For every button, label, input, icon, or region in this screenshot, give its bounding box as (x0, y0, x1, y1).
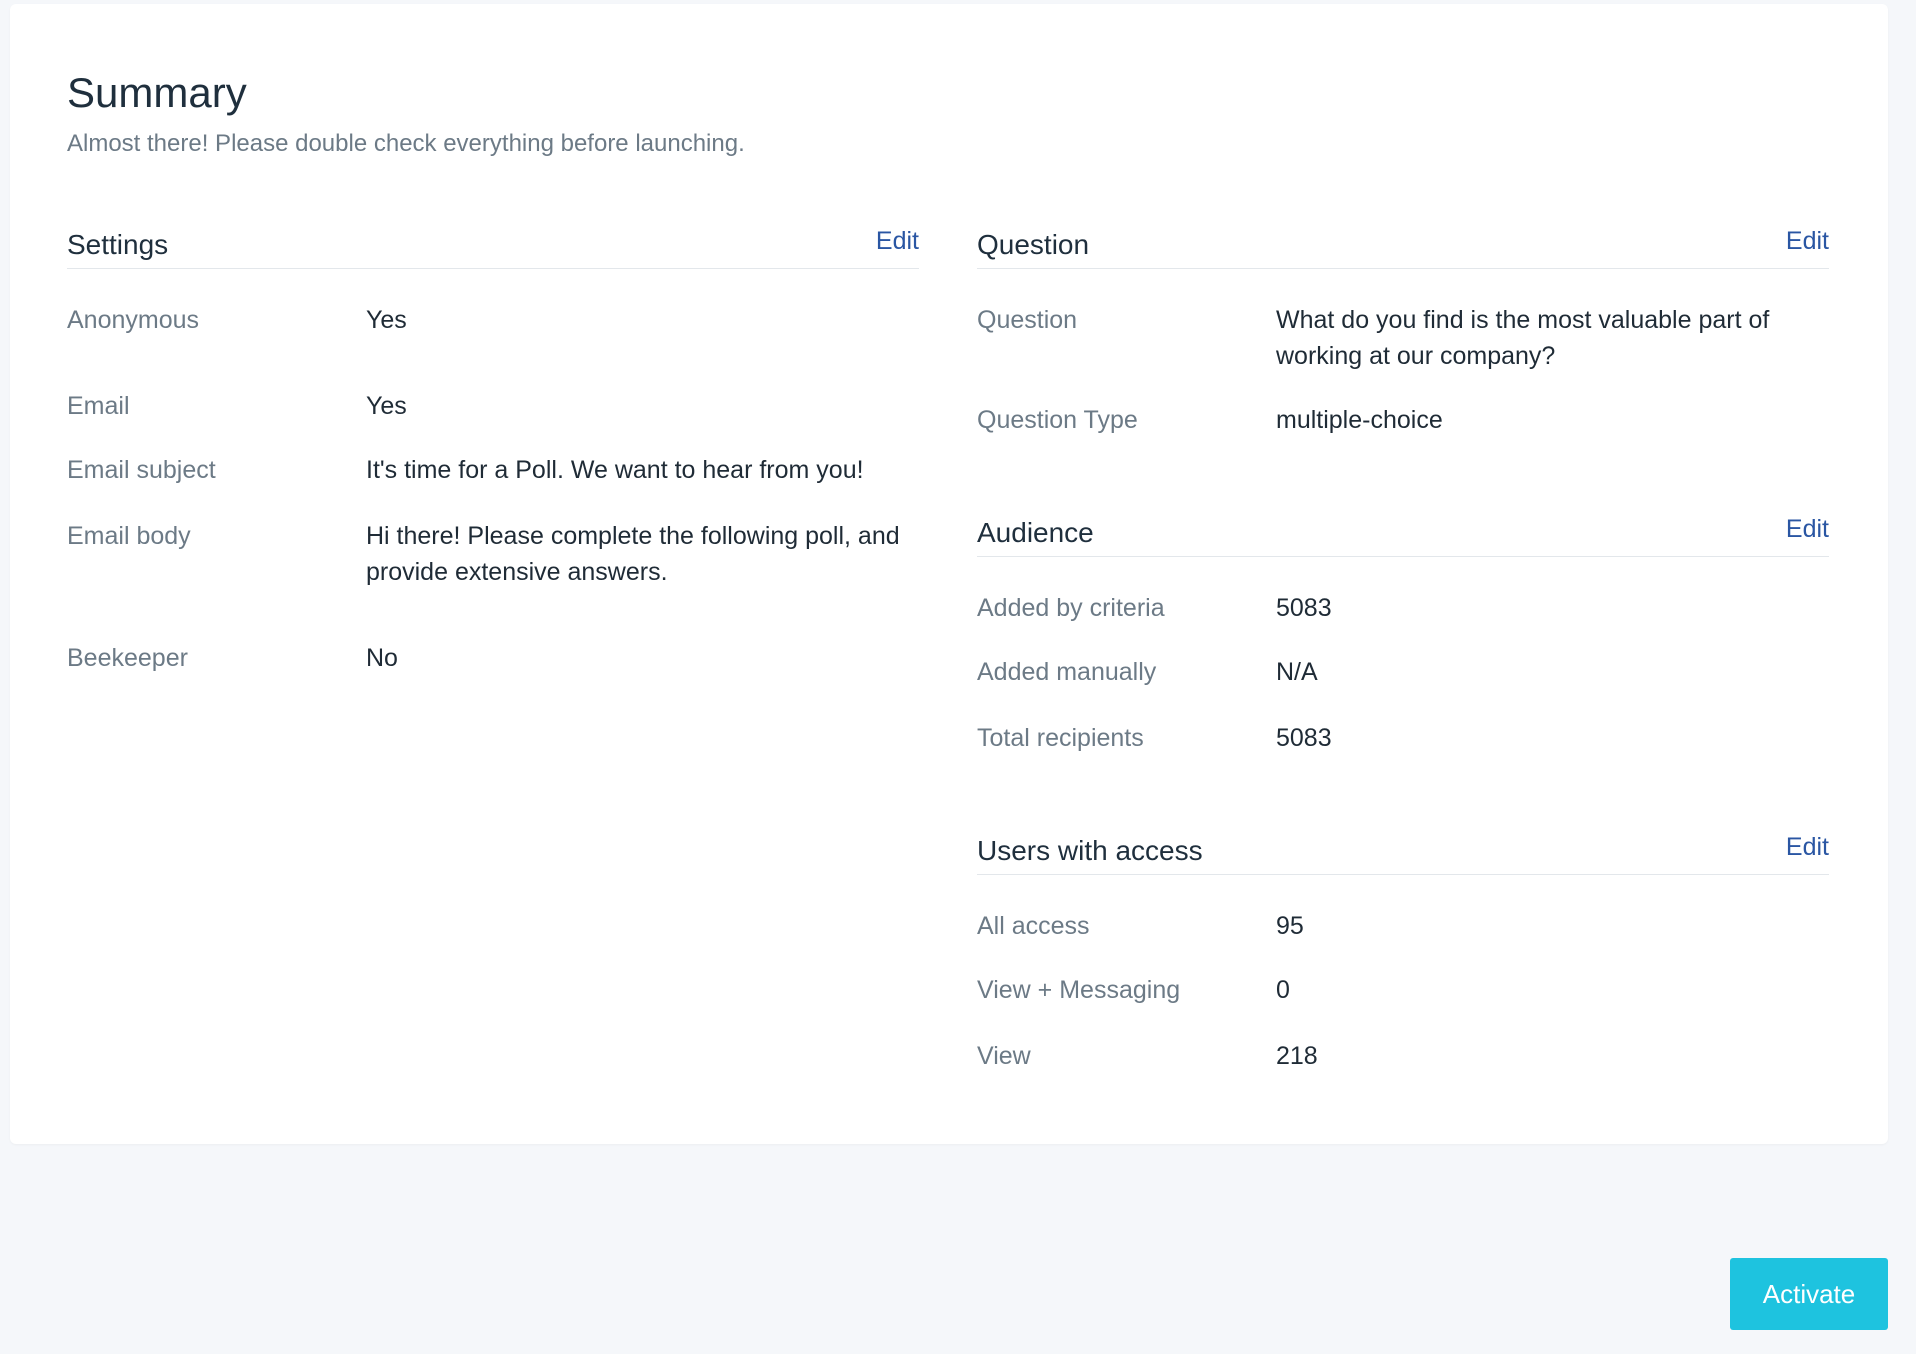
question-row-label: Question Type (977, 406, 1138, 434)
question-row-value: multiple-choice (1276, 406, 1443, 434)
audience-row-label: Added by criteria (977, 594, 1165, 622)
question-section: Question Edit Question What do you find … (977, 210, 1829, 450)
access-row-value: 95 (1276, 912, 1304, 940)
settings-row-label: Beekeeper (67, 644, 188, 672)
settings-row-label: Anonymous (67, 306, 200, 334)
settings-row-value: Yes (366, 306, 407, 334)
access-row-label: All access (977, 912, 1090, 940)
settings-header: Settings Edit (67, 210, 919, 269)
question-edit-link[interactable]: Edit (1786, 226, 1829, 256)
audience-row-value: 5083 (1276, 594, 1332, 622)
settings-edit-link[interactable]: Edit (876, 226, 919, 256)
page-subtitle: Almost there! Please double check everyt… (67, 130, 745, 157)
audience-header: Audience Edit (977, 498, 1829, 557)
audience-row-value: 5083 (1276, 724, 1332, 752)
question-row-value: What do you find is the most valuable pa… (1276, 306, 1770, 370)
access-row-label: View + Messaging (977, 976, 1181, 1004)
users-with-access-title: Users with access (977, 835, 1203, 866)
activate-button[interactable]: Activate (1730, 1258, 1888, 1330)
summary-card: Summary Almost there! Please double chec… (10, 4, 1888, 1144)
settings-row-label: Email (67, 392, 130, 420)
audience-section: Audience Edit Added by criteria 5083 Add… (977, 498, 1829, 768)
audience-row-value: N/A (1276, 658, 1318, 686)
page-title: Summary (67, 69, 247, 116)
settings-row-label: Email body (67, 522, 191, 550)
access-row-value: 0 (1276, 976, 1290, 1004)
audience-edit-link[interactable]: Edit (1786, 514, 1829, 544)
audience-title: Audience (977, 517, 1094, 548)
users-with-access-section: Users with access Edit All access 95 Vie… (977, 816, 1829, 1086)
settings-row-value: It's time for a Poll. We want to hear fr… (366, 456, 864, 484)
access-row-label: View (977, 1042, 1031, 1070)
audience-row-label: Total recipients (977, 724, 1144, 752)
settings-row-value: No (366, 644, 398, 672)
users-with-access-header: Users with access Edit (977, 816, 1829, 875)
question-title: Question (977, 229, 1090, 260)
settings-row-value: Yes (366, 392, 407, 420)
settings-title: Settings (67, 229, 169, 260)
question-row-label: Question (977, 306, 1078, 334)
audience-row-label: Added manually (977, 658, 1157, 686)
question-header: Question Edit (977, 210, 1829, 269)
access-row-value: 218 (1276, 1042, 1318, 1070)
settings-row-value: Hi there! Please complete the following … (366, 522, 900, 586)
settings-row-label: Email subject (67, 456, 216, 484)
users-with-access-edit-link[interactable]: Edit (1786, 832, 1829, 862)
settings-section: Settings Edit Anonymous Yes Email Yes Em… (67, 210, 919, 730)
